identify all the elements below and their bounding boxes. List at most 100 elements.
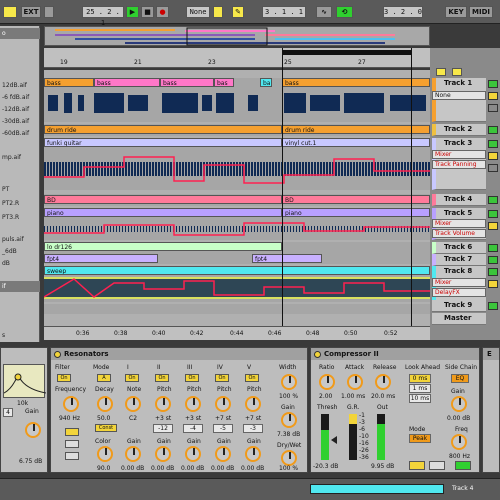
track-name[interactable]: Track 5	[444, 208, 472, 219]
ratio-knob[interactable]	[319, 374, 335, 390]
sc-gain-knob[interactable]	[451, 396, 467, 412]
loop-end-marker[interactable]	[411, 48, 412, 328]
track-name[interactable]: Track 9	[444, 300, 472, 311]
clip[interactable]: ba	[260, 78, 272, 87]
clip[interactable]: bass	[160, 78, 214, 87]
resonator-pitch-knob[interactable]	[245, 396, 261, 412]
arrangement-overview[interactable]	[44, 26, 430, 46]
track-name[interactable]: Track 1	[444, 78, 472, 89]
device-power-icon[interactable]	[54, 351, 61, 358]
track-arm[interactable]	[488, 164, 498, 172]
frequency-knob[interactable]	[63, 396, 79, 412]
clip[interactable]: fpt4	[44, 254, 158, 263]
track-activator[interactable]	[488, 210, 498, 218]
drywet-knob[interactable]	[281, 450, 297, 466]
clip[interactable]: drum ride	[282, 125, 430, 134]
browser-item[interactable]: PT3.R	[0, 212, 40, 223]
track-name[interactable]: Track 6	[444, 242, 472, 253]
clip[interactable]: BD	[44, 195, 282, 204]
clip[interactable]: bass	[94, 78, 160, 87]
lookahead-option[interactable]: 10 ms	[409, 394, 431, 403]
color-knob[interactable]	[97, 446, 113, 462]
release-knob[interactable]	[375, 374, 391, 390]
lookahead-option[interactable]: 1 ms	[409, 384, 431, 393]
resonator-gain-knob[interactable]	[155, 446, 171, 462]
clip[interactable]: vinyl cut.1	[282, 138, 430, 147]
browser-item[interactable]: mp.aif	[0, 152, 40, 163]
browser-item[interactable]: s	[0, 330, 40, 341]
browser-item[interactable]: -60dB.aif	[0, 128, 40, 139]
resonator-on-button[interactable]: On	[155, 374, 169, 382]
freq-knob[interactable]	[451, 434, 467, 450]
sidechain-eq-button[interactable]: EQ	[451, 374, 469, 383]
browser-item[interactable]: -12dB.aif	[0, 104, 40, 115]
track-activator[interactable]	[488, 268, 498, 276]
browser-item[interactable]: if	[0, 281, 40, 292]
output-gain-knob[interactable]	[281, 412, 297, 428]
resonator-fine-box[interactable]: -5	[213, 424, 233, 433]
stop-button[interactable]: ■	[141, 6, 154, 18]
tempo-display[interactable]: 25 . 2 . 1	[82, 6, 124, 27]
file-browser[interactable]: o 12dB.aif -6 fdB.aif -12dB.aif -30dB.ai…	[0, 26, 40, 342]
automation-parameter-chooser[interactable]: Track Panning	[432, 160, 486, 169]
track-activator[interactable]	[488, 256, 498, 264]
track-activator[interactable]	[488, 126, 498, 134]
automation-parameter-chooser[interactable]: DelayFX	[432, 288, 486, 297]
track-name[interactable]: Track 4	[444, 194, 472, 205]
resonator-on-button[interactable]: On	[185, 374, 199, 382]
loop-brace[interactable]	[282, 50, 412, 55]
compressor-device[interactable]: Compressor II Ratio 2.00 Attack 1.00 ms …	[310, 347, 480, 473]
resonator-note-knob[interactable]	[125, 396, 141, 412]
browser-item[interactable]: -30dB.aif	[0, 116, 40, 127]
output-meter[interactable]	[377, 414, 385, 460]
eq-gain-knob[interactable]	[25, 422, 41, 438]
clip[interactable]: funki guitar	[44, 138, 282, 147]
browser-item[interactable]: _6dB	[0, 246, 40, 257]
sidechain-headphone-button[interactable]	[455, 461, 471, 470]
clip[interactable]: bass	[44, 78, 94, 87]
lookahead-option[interactable]: 0 ms	[409, 374, 431, 383]
quantization-select[interactable]: None	[186, 6, 210, 18]
resonators-device[interactable]: Resonators Filter On Mode A Frequency 94…	[50, 347, 308, 473]
clip[interactable]: sweep	[44, 266, 430, 275]
track-9-lane[interactable]	[44, 304, 430, 314]
automation-device-chooser[interactable]: Mixer	[432, 278, 486, 287]
decay-knob[interactable]	[97, 396, 113, 412]
resonator-fine-box[interactable]: -3	[243, 424, 263, 433]
browser-item[interactable]: dB	[0, 258, 40, 269]
track-name[interactable]: Track 3	[444, 138, 472, 149]
beat-ruler[interactable]: 19 21 23 25 27	[44, 48, 430, 68]
threshold-meter[interactable]	[321, 414, 329, 460]
browser-item[interactable]: puls.aif	[0, 234, 40, 245]
automation-parameter-chooser[interactable]: Track Volume	[432, 229, 486, 238]
track-activator[interactable]	[488, 244, 498, 252]
const-button[interactable]: Const	[95, 424, 117, 432]
clip[interactable]: bas	[214, 78, 234, 87]
key-map-button[interactable]: KEY	[445, 6, 467, 18]
resonator-fine-box[interactable]: -12	[153, 424, 173, 433]
eq-device[interactable]: 10k 4 Gain 6.75 dB	[0, 347, 48, 473]
filter-type-lowpass-icon[interactable]	[65, 452, 79, 460]
track-1-lane[interactable]: bass bass bass bas ba bass	[44, 78, 430, 122]
clip[interactable]: fpt4	[252, 254, 322, 263]
track-3-lane[interactable]: funki guitar vinyl cut.1	[44, 138, 430, 190]
track-2-lane[interactable]: drum ride drum ride	[44, 124, 430, 136]
fold-button[interactable]	[452, 68, 462, 76]
track-solo[interactable]	[488, 92, 498, 100]
threshold-slider-icon[interactable]	[331, 436, 337, 444]
clip[interactable]: piano	[44, 208, 282, 217]
filter-on-button[interactable]: On	[57, 374, 71, 382]
browser-item[interactable]: PT2.R	[0, 198, 40, 209]
track-5-lane[interactable]: piano piano	[44, 208, 430, 240]
clip[interactable]: bass	[282, 78, 430, 87]
sidechain-listen-button[interactable]	[409, 461, 425, 470]
loop-button[interactable]: ⟲	[336, 6, 353, 18]
track-8-lane[interactable]: sweep	[44, 266, 430, 302]
next-device[interactable]: E	[482, 347, 500, 473]
track-name[interactable]: Master	[444, 313, 471, 324]
track-arm[interactable]	[488, 104, 498, 112]
track-activator[interactable]	[488, 302, 498, 310]
time-ruler[interactable]: 0:36 0:38 0:40 0:42 0:44 0:46 0:48 0:50 …	[44, 326, 430, 340]
midi-map-button[interactable]: MIDI	[469, 6, 493, 18]
tap-button[interactable]	[44, 6, 54, 18]
